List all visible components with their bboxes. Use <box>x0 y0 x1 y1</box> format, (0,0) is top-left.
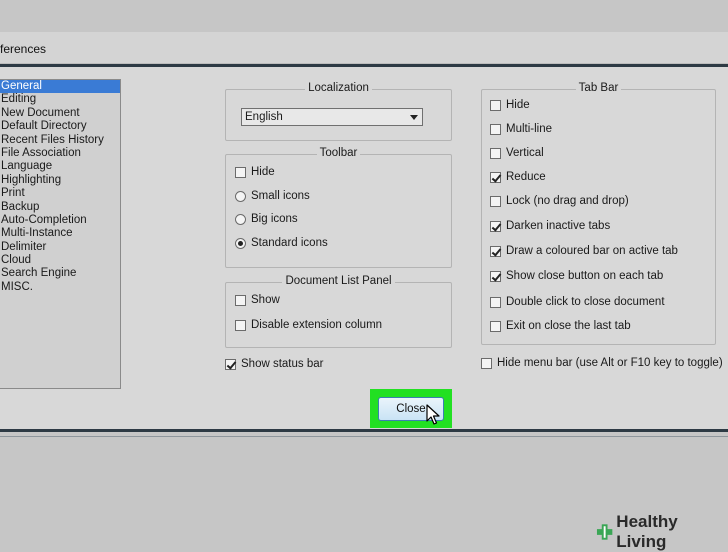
tab-exit-last-option[interactable]: Exit on close the last tab <box>490 318 631 334</box>
toolbar-big-icons-option[interactable]: Big icons <box>235 211 298 227</box>
tab-coloured-bar-label: Draw a coloured bar on active tab <box>506 245 678 257</box>
tab-vertical-checkbox[interactable] <box>490 147 501 159</box>
doc-list-show-option[interactable]: Show <box>235 292 280 308</box>
sidebar-item-cloud[interactable]: Cloud <box>0 254 120 267</box>
disable-extension-option[interactable]: Disable extension column <box>235 317 382 333</box>
status-bar-label: Show status bar <box>241 358 324 370</box>
watermark-logo: Healthy Living <box>596 512 728 551</box>
tab-reduce-label: Reduce <box>506 171 546 183</box>
sidebar-item-general[interactable]: General <box>0 80 120 94</box>
mouse-cursor-icon <box>426 404 440 425</box>
menu-bar-checkbox[interactable] <box>481 357 492 369</box>
sidebar-item-editing[interactable]: Editing <box>0 93 120 106</box>
doc-list-show-label: Show <box>251 294 280 306</box>
frame-bottom-border <box>0 429 728 432</box>
tab-vertical-option[interactable]: Vertical <box>490 145 544 161</box>
sidebar-item-search-engine[interactable]: Search Engine <box>0 267 120 280</box>
sidebar-item-language[interactable]: Language <box>0 160 120 173</box>
tab-double-click-checkbox[interactable] <box>490 296 501 308</box>
tab-darken-option[interactable]: Darken inactive tabs <box>490 218 610 234</box>
tab-exit-last-label: Exit on close the last tab <box>506 320 631 332</box>
preferences-client: General Editing New Document Default Dir… <box>0 67 728 429</box>
sidebar-item-print[interactable]: Print <box>0 187 120 200</box>
sidebar-item-new-document[interactable]: New Document <box>0 107 120 120</box>
tab-reduce-option[interactable]: Reduce <box>490 169 546 185</box>
watermark-text: Healthy Living <box>616 512 678 551</box>
toolbar-standard-icons-option[interactable]: Standard icons <box>235 235 328 251</box>
tab-hide-checkbox[interactable] <box>490 99 501 111</box>
small-icons-radio[interactable] <box>235 190 246 202</box>
big-icons-radio[interactable] <box>235 213 246 225</box>
document-list-title: Document List Panel <box>282 275 395 287</box>
tab-bar-title: Tab Bar <box>575 82 622 94</box>
chevron-down-icon <box>410 115 418 120</box>
big-icons-label: Big icons <box>251 213 298 225</box>
sidebar-item-delimiter[interactable]: Delimiter <box>0 241 120 254</box>
small-icons-label: Small icons <box>251 190 310 202</box>
sidebar-item-backup[interactable]: Backup <box>0 201 120 214</box>
standard-icons-label: Standard icons <box>251 237 328 249</box>
tab-coloured-bar-option[interactable]: Draw a coloured bar on active tab <box>490 243 678 259</box>
localization-title: Localization <box>305 82 372 94</box>
status-bar-option[interactable]: Show status bar <box>225 356 323 372</box>
tab-coloured-bar-checkbox[interactable] <box>490 245 501 257</box>
title-bar: ferences <box>0 32 728 64</box>
tab-exit-last-checkbox[interactable] <box>490 320 501 332</box>
plus-leaf-icon <box>596 524 613 540</box>
tab-close-button-option[interactable]: Show close button on each tab <box>490 268 663 284</box>
sidebar-item-misc[interactable]: MISC. <box>0 281 120 294</box>
sidebar-item-highlighting[interactable]: Highlighting <box>0 174 120 187</box>
standard-icons-radio[interactable] <box>235 237 246 249</box>
toolbar-small-icons-option[interactable]: Small icons <box>235 188 310 204</box>
tab-lock-label: Lock (no drag and drop) <box>506 195 629 207</box>
sidebar-item-file-association[interactable]: File Association <box>0 147 120 160</box>
status-bar-checkbox[interactable] <box>225 358 236 370</box>
localization-value: English <box>245 111 283 123</box>
category-list[interactable]: General Editing New Document Default Dir… <box>0 79 121 389</box>
tab-close-button-label: Show close button on each tab <box>506 270 664 282</box>
tab-darken-label: Darken inactive tabs <box>506 220 611 232</box>
toolbar-title: Toolbar <box>316 147 361 159</box>
tab-double-click-option[interactable]: Double click to close document <box>490 294 665 310</box>
tab-reduce-checkbox[interactable] <box>490 171 501 183</box>
menu-bar-option[interactable]: Hide menu bar (use Alt or F10 key to tog… <box>481 355 723 371</box>
tab-lock-option[interactable]: Lock (no drag and drop) <box>490 193 629 209</box>
tab-multiline-label: Multi-line <box>506 123 553 135</box>
sidebar-item-recent-files-history[interactable]: Recent Files History <box>0 134 120 147</box>
tab-lock-checkbox[interactable] <box>490 195 501 207</box>
tab-multiline-checkbox[interactable] <box>490 123 501 135</box>
tab-multiline-option[interactable]: Multi-line <box>490 121 552 137</box>
menu-bar-label: Hide menu bar (use Alt or F10 key to tog… <box>497 357 723 369</box>
window-title: ferences <box>0 42 47 56</box>
sidebar-item-multi-instance[interactable]: Multi-Instance <box>0 227 120 240</box>
tab-vertical-label: Vertical <box>506 147 544 159</box>
doc-list-show-checkbox[interactable] <box>235 294 246 306</box>
sidebar-item-auto-completion[interactable]: Auto-Completion <box>0 214 120 227</box>
toolbar-hide-checkbox[interactable] <box>235 166 246 178</box>
localization-select[interactable]: English <box>241 108 423 126</box>
toolbar-hide-label: Hide <box>251 166 275 178</box>
toolbar-hide-option[interactable]: Hide <box>235 164 275 180</box>
tab-close-button-checkbox[interactable] <box>490 270 501 282</box>
tab-hide-label: Hide <box>506 99 530 111</box>
disable-extension-label: Disable extension column <box>251 319 383 331</box>
tab-double-click-label: Double click to close document <box>506 296 665 308</box>
tab-hide-option[interactable]: Hide <box>490 97 530 113</box>
sidebar-item-default-directory[interactable]: Default Directory <box>0 120 120 133</box>
disable-extension-checkbox[interactable] <box>235 319 246 331</box>
frame-bottom-shadow <box>0 436 728 437</box>
tab-darken-checkbox[interactable] <box>490 220 501 232</box>
